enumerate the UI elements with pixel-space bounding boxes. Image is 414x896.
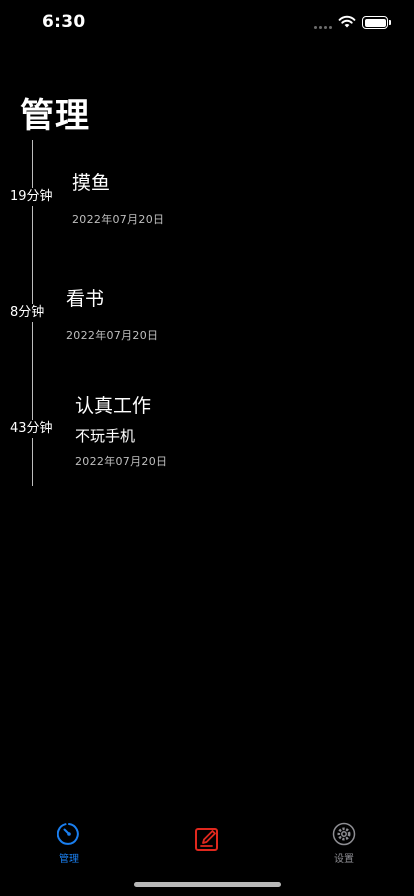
entry-title: 看书 — [66, 288, 105, 310]
entry-duration: 8分钟 — [10, 304, 56, 322]
edit-note-icon — [195, 828, 218, 851]
home-indicator[interactable] — [134, 882, 281, 887]
entry-duration: 43分钟 — [10, 420, 56, 438]
tab-manage[interactable]: 管理 — [39, 822, 99, 865]
wifi-icon — [338, 15, 356, 28]
entry-title: 认真工作 — [75, 395, 152, 417]
battery-icon — [362, 16, 391, 29]
page-title: 管理 — [20, 96, 90, 136]
entry-note: 不玩手机 — [75, 427, 136, 445]
tab-settings-label: 设置 — [334, 854, 354, 865]
gear-icon — [332, 822, 356, 846]
cellular-signal-icon — [314, 26, 332, 29]
entry-title: 摸鱼 — [72, 172, 111, 194]
entry-date: 2022年07月20日 — [66, 329, 159, 342]
tab-settings[interactable]: 设置 — [314, 822, 374, 865]
entry-date: 2022年07月20日 — [75, 455, 168, 468]
stopwatch-icon — [57, 823, 79, 845]
tab-manage-label: 管理 — [59, 854, 79, 865]
entry-duration: 19分钟 — [10, 188, 56, 206]
status-time: 6:30 — [42, 12, 86, 32]
tab-bar: 管理 设置 — [0, 810, 414, 870]
tab-edit[interactable] — [177, 826, 237, 852]
status-bar: 6:30 — [0, 0, 414, 48]
entry-date: 2022年07月20日 — [72, 213, 165, 226]
